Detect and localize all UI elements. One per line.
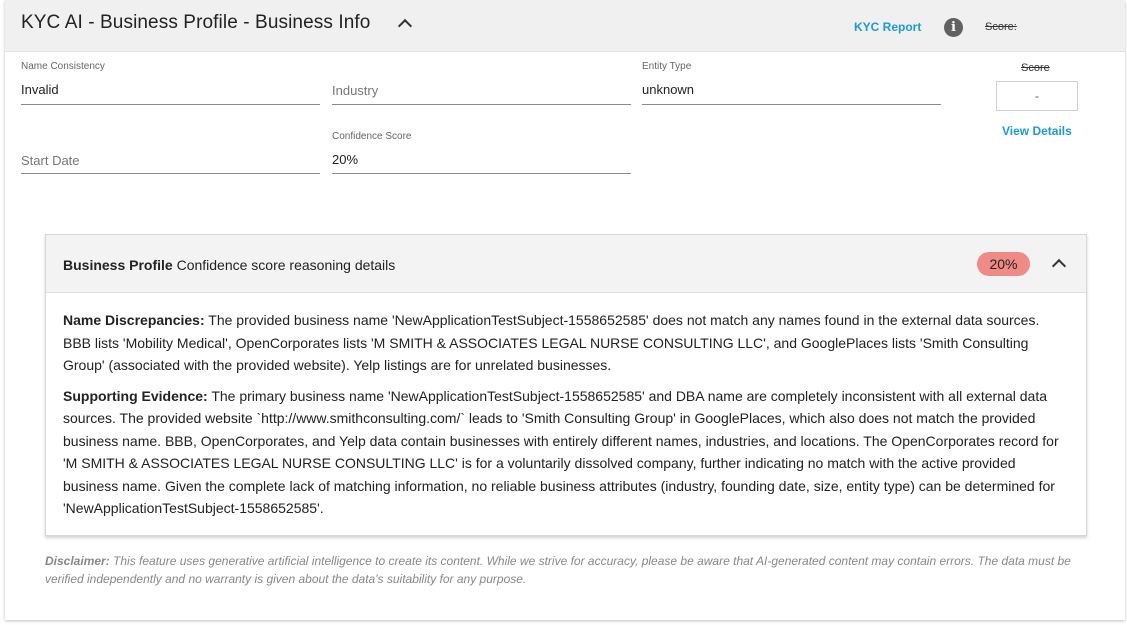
info-icon[interactable]: i bbox=[944, 18, 963, 37]
supporting-evidence-paragraph: Supporting Evidence: The primary busines… bbox=[63, 385, 1068, 520]
entity-type-field[interactable]: Entity Type unknown bbox=[642, 56, 941, 105]
entity-type-label: Entity Type bbox=[642, 61, 692, 72]
name-discrepancies-heading: Name Discrepancies: bbox=[63, 312, 205, 328]
score-title: Score bbox=[1021, 62, 1050, 74]
card-header: KYC AI - Business Profile - Business Inf… bbox=[5, 0, 1125, 52]
reasoning-panel-title-bold: Business Profile bbox=[63, 257, 173, 273]
supporting-evidence-text: The primary business name 'NewApplicatio… bbox=[63, 387, 1059, 517]
header-score-label: Score: bbox=[985, 21, 1017, 33]
name-consistency-label: Name Consistency bbox=[21, 61, 105, 72]
reasoning-panel-header[interactable]: Business Profile Confidence score reason… bbox=[46, 235, 1086, 293]
score-value-box: - bbox=[996, 81, 1078, 111]
confidence-badge: 20% bbox=[977, 252, 1030, 276]
name-consistency-field[interactable]: Name Consistency Invalid bbox=[21, 56, 320, 105]
disclaimer-text: This feature uses generative artificial … bbox=[45, 554, 1071, 586]
chevron-up-icon[interactable] bbox=[397, 18, 413, 34]
reasoning-panel-title-rest: Confidence score reasoning details bbox=[172, 257, 396, 273]
start-date-placeholder: Start Date bbox=[21, 153, 80, 168]
reasoning-panel-title: Business Profile Confidence score reason… bbox=[63, 257, 395, 273]
kyc-report-link[interactable]: KYC Report bbox=[854, 20, 921, 34]
disclaimer: Disclaimer: This feature uses generative… bbox=[45, 552, 1085, 588]
entity-type-value: unknown bbox=[642, 82, 695, 97]
supporting-evidence-heading: Supporting Evidence: bbox=[63, 387, 208, 404]
disclaimer-label: Disclaimer: bbox=[45, 554, 110, 568]
confidence-score-value: 20% bbox=[332, 152, 359, 167]
name-discrepancies-paragraph: Name Discrepancies: The provided busines… bbox=[63, 309, 1068, 377]
reasoning-panel-body: Name Discrepancies: The provided busines… bbox=[63, 309, 1068, 528]
industry-placeholder: Industry bbox=[332, 83, 379, 98]
chevron-up-icon[interactable] bbox=[1051, 258, 1067, 274]
confidence-score-label: Confidence Score bbox=[332, 131, 412, 142]
view-details-link[interactable]: View Details bbox=[1002, 124, 1072, 138]
name-consistency-value: Invalid bbox=[21, 82, 59, 97]
reasoning-panel: Business Profile Confidence score reason… bbox=[45, 234, 1087, 536]
name-discrepancies-text: The provided business name 'NewApplicati… bbox=[63, 312, 1040, 373]
page-title: KYC AI - Business Profile - Business Inf… bbox=[21, 12, 371, 33]
confidence-score-field[interactable]: Confidence Score 20% bbox=[332, 126, 631, 174]
industry-field[interactable]: Industry bbox=[332, 56, 631, 105]
start-date-field[interactable]: Start Date bbox=[21, 126, 320, 174]
business-info-card: KYC AI - Business Profile - Business Inf… bbox=[5, 0, 1125, 620]
